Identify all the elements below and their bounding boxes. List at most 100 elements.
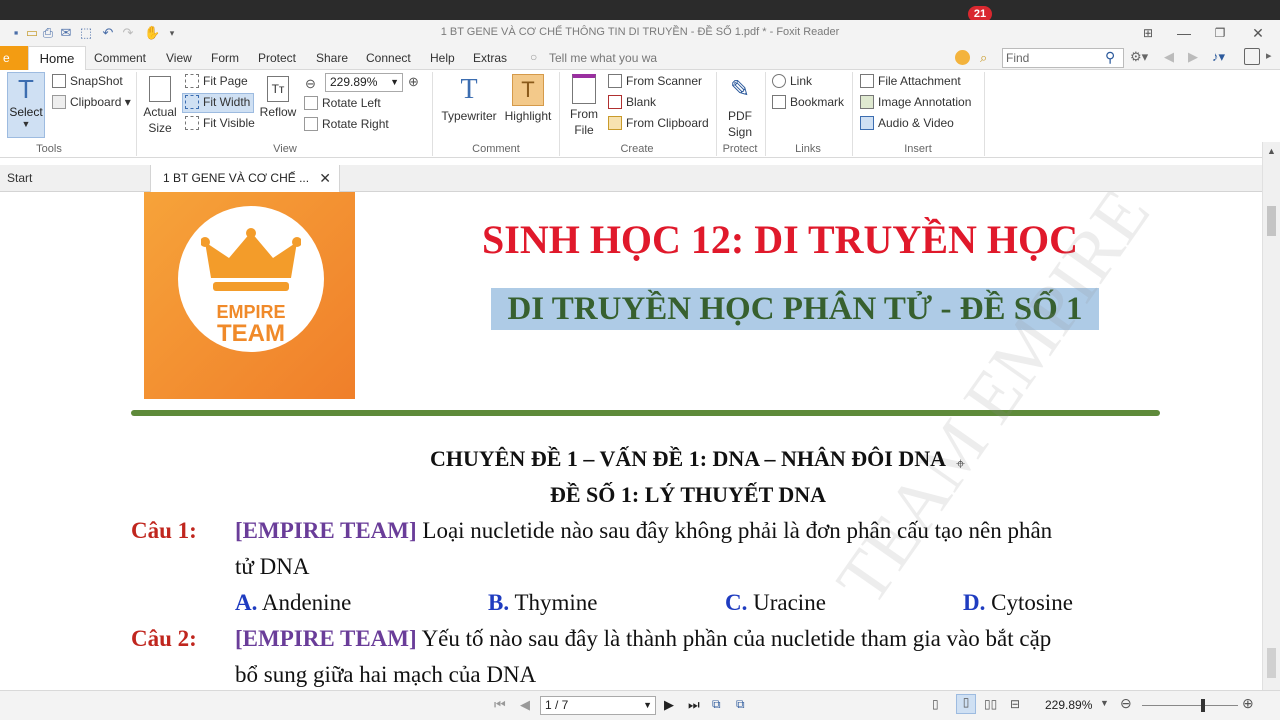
separator: [432, 72, 433, 156]
separator: [852, 72, 853, 156]
actual-size-button[interactable]: Actual Size: [143, 76, 177, 136]
next-result-icon[interactable]: ▶: [1188, 49, 1198, 65]
question-2-tag: [EMPIRE TEAM]: [235, 626, 417, 651]
scroll-thumb[interactable]: [1267, 206, 1276, 236]
snapshot-button[interactable]: SnapShot: [52, 74, 123, 88]
minimize-button[interactable]: —: [1174, 24, 1194, 42]
insert-group-label: Insert: [904, 143, 932, 155]
zoom-select[interactable]: 229.89% ▼: [325, 73, 403, 92]
page-number-input[interactable]: 1 / 7 ▼: [540, 696, 656, 715]
attachment-icon: [860, 74, 874, 88]
search-folder-icon[interactable]: ⌕: [980, 50, 987, 66]
protect-group-label: Protect: [722, 143, 758, 155]
file-attachment-button[interactable]: File Attachment: [860, 74, 961, 88]
highlight-button[interactable]: T Highlight: [502, 74, 554, 124]
audio-video-button[interactable]: Audio & Video: [860, 116, 954, 130]
question-2-body: Yếu tố nào sau đây là thành phần của nuc…: [421, 626, 1052, 651]
scanner-icon: [608, 74, 622, 88]
tab-comment[interactable]: Comment: [94, 51, 146, 65]
blank-button[interactable]: Blank: [608, 95, 656, 109]
document-view: EMPIRE TEAM SINH HỌC 12: DI TRUYỀN HỌC D…: [0, 192, 1262, 690]
continuous-facing-icon[interactable]: ⊟: [1010, 697, 1020, 711]
fit-page-button[interactable]: Fit Page: [185, 74, 248, 88]
zoom-slider-track[interactable]: [1142, 705, 1238, 706]
answer-c: C. Uracine: [725, 590, 826, 615]
fit-width-button[interactable]: Fit Width: [182, 93, 254, 113]
clipboard-button[interactable]: Clipboard ▾: [52, 95, 131, 109]
zoom-dropdown-icon: ▼: [390, 77, 399, 87]
prev-view-icon[interactable]: ⧉: [712, 697, 721, 712]
zoom-in-icon[interactable]: ⊕: [408, 74, 419, 90]
logo-circle: EMPIRE TEAM: [178, 206, 324, 352]
zoom-menu-icon[interactable]: ▼: [1100, 698, 1109, 708]
restore-button[interactable]: ❐: [1210, 24, 1230, 42]
tab-view[interactable]: View: [166, 51, 192, 65]
rotate-left-button[interactable]: Rotate Left: [304, 96, 381, 110]
links-group-label: Links: [795, 143, 821, 155]
ribbon-layout-icon[interactable]: ⊞: [1138, 24, 1158, 42]
tab-share[interactable]: Share: [316, 51, 348, 65]
search-icon[interactable]: ⚲: [1105, 49, 1115, 66]
zoom-level[interactable]: 229.89%: [1045, 698, 1092, 712]
question-1-body: Loại nucletide nào sau đây không phải là…: [422, 518, 1053, 543]
prev-page-icon[interactable]: ◀: [520, 697, 530, 713]
tab-document-label: 1 BT GENE VÀ CƠ CHẾ ...: [163, 171, 310, 185]
bookmark-button[interactable]: Bookmark: [772, 95, 844, 109]
tab-help[interactable]: Help: [430, 51, 455, 65]
next-view-icon[interactable]: ⧉: [736, 697, 745, 712]
close-tab-icon[interactable]: ✕: [319, 165, 331, 192]
status-bar: ⏮ ◀ 1 / 7 ▼ ▶ ⏭ ⧉ ⧉ ▯ ▯ ▯▯ ⊟ 229.89% ▼ ⊖…: [0, 690, 1280, 720]
facing-page-icon[interactable]: ▯▯: [984, 697, 997, 711]
empire-team-logo: EMPIRE TEAM: [144, 192, 355, 399]
select-label: Select: [9, 105, 43, 119]
zoom-out-status-icon[interactable]: ⊖: [1120, 695, 1132, 712]
answer-b: B. Thymine: [488, 590, 598, 615]
next-page-icon[interactable]: ▶: [664, 697, 674, 713]
first-page-icon[interactable]: ⏮: [494, 697, 506, 713]
smiley-icon[interactable]: [955, 50, 970, 65]
bell-icon[interactable]: ♪▾: [1212, 49, 1225, 65]
from-scanner-button[interactable]: From Scanner: [608, 74, 702, 88]
user-icon[interactable]: [1244, 48, 1260, 65]
image-annotation-button[interactable]: Image Annotation: [860, 95, 971, 109]
pen-sign-icon: ✎: [729, 76, 751, 103]
fit-width-icon: [185, 95, 199, 109]
comment-group-label: Comment: [472, 143, 520, 155]
page-dropdown-icon: ▼: [643, 700, 652, 710]
question-1-tag: [EMPIRE TEAM]: [235, 518, 417, 543]
search-options-icon[interactable]: ⚙▾: [1130, 49, 1148, 65]
separator: [136, 72, 137, 156]
continuous-page-icon[interactable]: ▯: [956, 694, 976, 714]
separator: [984, 72, 985, 156]
fit-visible-button[interactable]: Fit Visible: [185, 116, 255, 130]
tab-form[interactable]: Form: [211, 51, 239, 65]
rotate-right-button[interactable]: Rotate Right: [304, 117, 389, 131]
select-button[interactable]: T Select ▼: [7, 72, 45, 138]
tab-extras[interactable]: Extras: [473, 51, 507, 65]
prev-result-icon[interactable]: ◀: [1164, 49, 1174, 65]
tab-connect[interactable]: Connect: [366, 51, 411, 65]
crown-icon: [201, 228, 301, 291]
zoom-out-icon[interactable]: ⊖: [305, 76, 316, 92]
zoom-in-status-icon[interactable]: ⊕: [1242, 695, 1254, 712]
tab-protect[interactable]: Protect: [258, 51, 296, 65]
file-tab[interactable]: e: [0, 46, 28, 70]
typewriter-button[interactable]: T Typewriter: [438, 74, 500, 124]
scroll-up-icon[interactable]: ▲: [1267, 146, 1276, 156]
vertical-scrollbar[interactable]: ▲: [1262, 142, 1280, 690]
more-icon[interactable]: ▸: [1266, 49, 1272, 62]
tab-document[interactable]: 1 BT GENE VÀ CƠ CHẾ ... ✕: [150, 165, 340, 192]
last-page-icon[interactable]: ⏭: [688, 697, 700, 713]
from-clipboard-button[interactable]: From Clipboard: [608, 116, 709, 130]
from-file-button[interactable]: From File: [566, 74, 602, 138]
tab-start[interactable]: Start: [0, 165, 148, 192]
pdf-sign-button[interactable]: ✎ PDF Sign: [720, 74, 760, 140]
tell-me-input[interactable]: Tell me what you wa: [549, 51, 657, 65]
reflow-button[interactable]: Tт Reflow: [258, 76, 298, 120]
tab-home[interactable]: Home: [28, 46, 86, 71]
question-1-label: Câu 1:: [131, 518, 197, 543]
single-page-icon[interactable]: ▯: [932, 697, 939, 711]
zoom-slider-thumb[interactable]: [1201, 699, 1205, 712]
close-button[interactable]: ✕: [1248, 24, 1268, 42]
link-button[interactable]: Link: [772, 74, 812, 88]
